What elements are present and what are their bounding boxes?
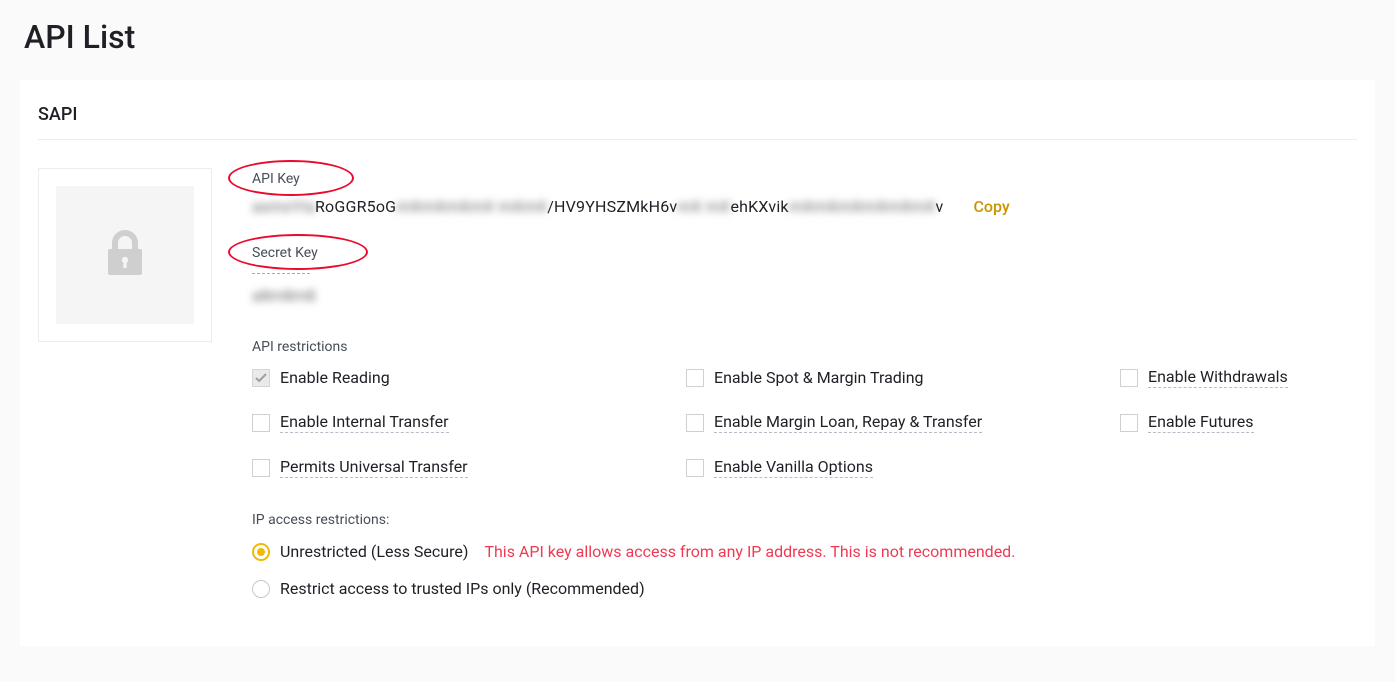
ip-access-title: IP access restrictions: (252, 512, 1357, 528)
checkbox-box-vanilla[interactable] (686, 459, 704, 477)
checkbox-label-vanilla: Enable Vanilla Options (714, 457, 873, 478)
checkbox-withdrawals[interactable]: Enable Withdrawals (1120, 367, 1357, 388)
api-card: SAPI API Key asmxYIaR (20, 80, 1375, 646)
secret-key-label: Secret Key (252, 245, 318, 261)
checkbox-universal[interactable]: Permits Universal Transfer (252, 457, 682, 478)
checkbox-futures[interactable]: Enable Futures (1120, 412, 1357, 433)
checkbox-box-spotmargin[interactable] (686, 369, 704, 387)
page-title: API List (0, 0, 1395, 80)
checkbox-box-reading[interactable] (252, 369, 270, 387)
checkbox-box-withdrawals[interactable] (1120, 369, 1138, 387)
checkbox-box-futures[interactable] (1120, 414, 1138, 432)
checkbox-label-marginloan: Enable Margin Loan, Repay & Transfer (714, 412, 982, 433)
checkbox-label-universal: Permits Universal Transfer (280, 457, 468, 478)
checkbox-marginloan[interactable]: Enable Margin Loan, Repay & Transfer (686, 412, 1116, 433)
checkbox-box-internaltransfer[interactable] (252, 414, 270, 432)
checkbox-internaltransfer[interactable]: Enable Internal Transfer (252, 412, 682, 433)
copy-api-key-button[interactable]: Copy (973, 197, 1009, 216)
checkbox-label-reading: Enable Reading (280, 368, 390, 388)
radio-unrestricted[interactable]: Unrestricted (Less Secure) This API key a… (252, 542, 1357, 561)
radio-warning-unrestricted: This API key allows access from any IP a… (484, 542, 1015, 561)
api-key-value: asmxYIaRoGGR5oGmXmXmXmX mXmX/HV9YHSZMkH6… (252, 197, 943, 216)
api-restrictions-title: API restrictions (252, 339, 1357, 355)
secret-key-value: a8m8m8 (252, 286, 316, 305)
checkbox-box-marginloan[interactable] (686, 414, 704, 432)
secret-key-dashed-underline (252, 273, 310, 274)
qr-placeholder (38, 168, 212, 342)
api-restrictions-grid: Enable Reading Enable Spot & Margin Tradi… (252, 367, 1357, 478)
lock-icon (104, 229, 146, 281)
radio-label-unrestricted: Unrestricted (Less Secure) (280, 542, 468, 561)
checkbox-label-withdrawals: Enable Withdrawals (1148, 367, 1288, 388)
checkbox-vanilla[interactable]: Enable Vanilla Options (686, 457, 1116, 478)
radio-button-unrestricted[interactable] (252, 543, 270, 561)
card-header: SAPI (38, 80, 1357, 140)
checkbox-reading[interactable]: Enable Reading (252, 367, 682, 388)
checkbox-label-internaltransfer: Enable Internal Transfer (280, 412, 449, 433)
radio-restricted[interactable]: Restrict access to trusted IPs only (Rec… (252, 579, 1357, 598)
checkbox-spotmargin[interactable]: Enable Spot & Margin Trading (686, 367, 1116, 388)
radio-button-restricted[interactable] (252, 580, 270, 598)
checkbox-label-futures: Enable Futures (1148, 412, 1254, 433)
checkbox-box-universal[interactable] (252, 459, 270, 477)
api-key-label: API Key (252, 171, 300, 187)
checkbox-label-spotmargin: Enable Spot & Margin Trading (714, 368, 924, 388)
radio-label-restricted: Restrict access to trusted IPs only (Rec… (280, 579, 645, 598)
